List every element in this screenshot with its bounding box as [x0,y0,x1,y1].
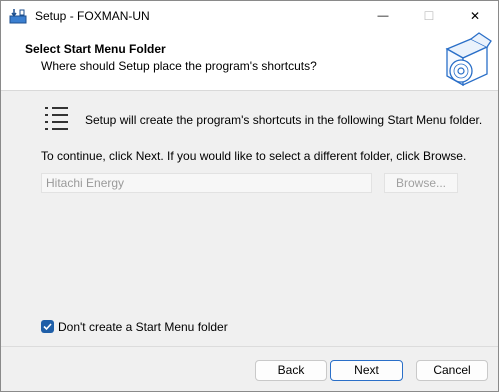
browse-button[interactable]: Browse... [384,173,458,193]
intro-text: Setup will create the program's shortcut… [85,113,483,127]
cancel-button[interactable]: Cancel [416,360,488,381]
window-title: Setup - FOXMAN-UN [35,9,150,23]
maximize-icon: ☐ [423,9,435,23]
maximize-button[interactable]: ☐ [406,1,452,31]
setup-app-icon [9,9,27,24]
close-icon: ✕ [469,9,481,23]
start-menu-list-icon [45,107,68,130]
minimize-icon: — [377,10,389,22]
wizard-header: Select Start Menu Folder Where should Se… [1,31,498,91]
title-bar: Setup - FOXMAN-UN — ☐ ✕ [1,1,498,31]
next-button[interactable]: Next [330,360,403,381]
back-button[interactable]: Back [255,360,327,381]
dont-create-folder-label[interactable]: Don't create a Start Menu folder [58,320,228,334]
footer-divider [1,346,498,347]
setup-window: Setup - FOXMAN-UN — ☐ ✕ Select Start Men… [0,0,499,392]
dont-create-folder-checkbox[interactable] [41,320,54,333]
close-button[interactable]: ✕ [452,1,498,31]
checkmark-icon [43,323,52,331]
page-subtitle: Where should Setup place the program's s… [41,59,317,73]
minimize-button[interactable]: — [360,1,406,31]
page-title: Select Start Menu Folder [25,42,166,56]
setup-box-disc-icon [445,32,492,87]
wizard-content: Setup will create the program's shortcut… [1,91,498,346]
continue-instructions: To continue, click Next. If you would li… [41,149,467,163]
start-menu-folder-input[interactable] [41,173,372,193]
